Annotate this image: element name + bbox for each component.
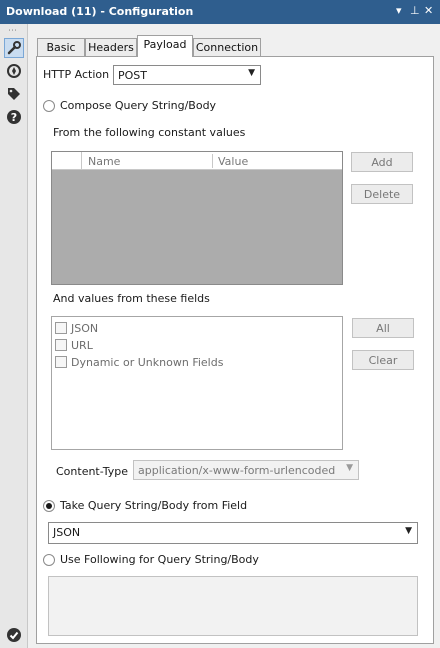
configuration-icon[interactable] (4, 38, 24, 58)
chevron-down-icon: ▼ (248, 68, 255, 78)
grip-icon[interactable]: ⋯ (8, 26, 18, 36)
tab-payload[interactable]: Payload (137, 35, 193, 57)
fields-list: JSON URL Dynamic or Unknown Fields (51, 316, 343, 450)
field-dynamic-label: Dynamic or Unknown Fields (71, 356, 224, 369)
take-from-field-value: JSON (53, 526, 81, 539)
delete-button[interactable]: Delete (351, 184, 413, 204)
content-type-value: application/x-www-form-urlencoded (138, 464, 336, 477)
query-body-textarea[interactable] (48, 576, 418, 636)
take-from-field-select[interactable]: JSON ▼ (48, 522, 418, 544)
tab-connection[interactable]: Connection (193, 38, 261, 56)
checkbox[interactable] (55, 339, 67, 351)
grid-col-divider (212, 154, 213, 168)
svg-text:?: ? (11, 111, 17, 124)
dropdown-menu-icon[interactable]: ▾ (396, 4, 402, 17)
tool-sidebar: ⋯ ? (0, 24, 28, 648)
all-button[interactable]: All (352, 318, 414, 338)
content-type-label: Content-Type (56, 465, 128, 478)
grid-col-value: Value (218, 155, 249, 168)
content-type-select[interactable]: application/x-www-form-urlencoded ▼ (133, 460, 359, 480)
title-bar: Download (11) - Configuration ▾ ⊥ ✕ (0, 0, 440, 24)
fields-label: And values from these fields (53, 292, 210, 305)
checkbox[interactable] (55, 356, 67, 368)
clear-button[interactable]: Clear (352, 350, 414, 370)
constants-label: From the following constant values (53, 126, 246, 139)
field-json-label: JSON (71, 322, 99, 335)
add-button[interactable]: Add (351, 152, 413, 172)
field-url-label: URL (71, 339, 93, 352)
chevron-down-icon: ▼ (346, 463, 353, 473)
constants-grid[interactable]: Name Value (51, 151, 343, 285)
pin-icon[interactable]: ⊥ (410, 4, 420, 17)
navigate-icon[interactable] (4, 61, 24, 81)
help-icon[interactable]: ? (4, 107, 24, 127)
http-action-value: POST (118, 69, 147, 82)
take-from-field-radio[interactable] (43, 500, 55, 512)
use-following-label: Use Following for Query String/Body (60, 553, 259, 566)
tab-headers[interactable]: Headers (85, 38, 137, 56)
compose-radio[interactable] (43, 100, 55, 112)
http-action-label: HTTP Action (43, 68, 110, 81)
use-following-radio[interactable] (43, 554, 55, 566)
tag-icon[interactable] (4, 84, 24, 104)
chevron-down-icon: ▼ (405, 526, 412, 536)
grid-row-selector (52, 152, 82, 170)
http-action-select[interactable]: POST ▼ (113, 65, 261, 85)
close-icon[interactable]: ✕ (424, 4, 433, 17)
grid-col-name: Name (88, 155, 121, 168)
check-icon[interactable] (4, 625, 24, 645)
window-title: Download (11) - Configuration (6, 5, 194, 18)
take-from-field-label: Take Query String/Body from Field (60, 499, 248, 512)
checkbox[interactable] (55, 322, 67, 334)
tab-basic[interactable]: Basic (37, 38, 85, 56)
grid-header: Name Value (52, 152, 342, 170)
compose-label: Compose Query String/Body (60, 99, 217, 112)
